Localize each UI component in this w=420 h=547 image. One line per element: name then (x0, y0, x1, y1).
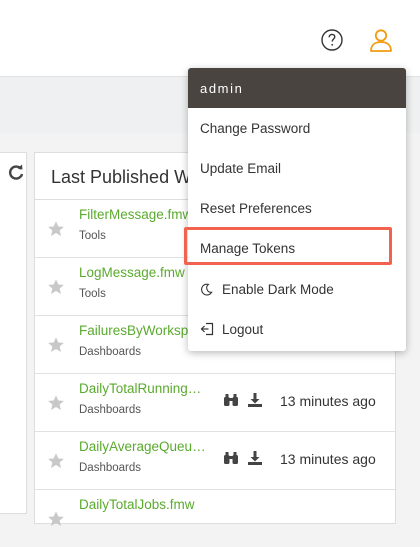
star-icon[interactable] (47, 278, 65, 296)
star-icon[interactable] (47, 510, 65, 528)
workspace-link[interactable]: FailuresByWorksp (79, 323, 188, 338)
star-icon[interactable] (47, 394, 65, 412)
repository-label: Dashboards (79, 462, 142, 474)
top-bar (0, 0, 420, 77)
workspace-link[interactable]: DailyTotalJobs.fmw (79, 497, 195, 512)
refresh-icon[interactable] (8, 161, 24, 187)
star-icon[interactable] (47, 220, 65, 238)
menu-item-label: Logout (222, 321, 264, 337)
enable-dark-mode-item[interactable]: Enable Dark Mode (188, 269, 406, 309)
moon-icon (200, 283, 216, 296)
workspace-link[interactable]: DailyAverageQueu… (79, 439, 206, 454)
reset-preferences-item[interactable]: Reset Preferences (188, 188, 406, 228)
change-password-item[interactable]: Change Password (188, 108, 406, 148)
workspace-link[interactable]: LogMessage.fmw (79, 265, 185, 280)
menu-item-label: Enable Dark Mode (222, 281, 334, 297)
left-panel (0, 152, 27, 514)
update-email-item[interactable]: Update Email (188, 148, 406, 188)
user-menu: admin Change Password Update Email Reset… (188, 68, 406, 351)
repository-label: Tools (79, 288, 106, 300)
table-row[interactable]: DailyAverageQueu… Dashboards 13 minutes … (35, 432, 395, 490)
menu-item-label: Update Email (200, 160, 282, 176)
menu-username: admin (188, 68, 406, 108)
published-time: 13 minutes ago (280, 451, 376, 467)
star-icon[interactable] (47, 336, 65, 354)
table-row[interactable]: DailyTotalJobs.fmw (35, 490, 395, 547)
table-row[interactable]: DailyTotalRunning… Dashboards 13 minutes… (35, 374, 395, 432)
logout-icon (200, 322, 216, 336)
published-time: 13 minutes ago (280, 393, 376, 409)
panel-title: Last Published Wo (51, 167, 201, 187)
repository-label: Tools (79, 230, 106, 242)
highlight-box (184, 227, 392, 265)
logout-item[interactable]: Logout (188, 309, 406, 349)
user-icon[interactable] (367, 26, 395, 54)
menu-item-label: Reset Preferences (200, 200, 312, 216)
workspace-link[interactable]: FilterMessage.fmw (79, 207, 192, 222)
menu-item-label: Change Password (200, 120, 311, 136)
row-actions (223, 450, 263, 466)
download-icon[interactable] (247, 392, 263, 408)
help-icon[interactable] (318, 26, 346, 54)
repository-label: Dashboards (79, 346, 142, 358)
star-icon[interactable] (47, 452, 65, 470)
download-icon[interactable] (247, 450, 263, 466)
repository-label: Dashboards (79, 404, 142, 416)
row-actions (223, 392, 263, 408)
binoculars-icon[interactable] (223, 450, 239, 466)
workspace-link[interactable]: DailyTotalRunning… (79, 381, 201, 396)
binoculars-icon[interactable] (223, 392, 239, 408)
